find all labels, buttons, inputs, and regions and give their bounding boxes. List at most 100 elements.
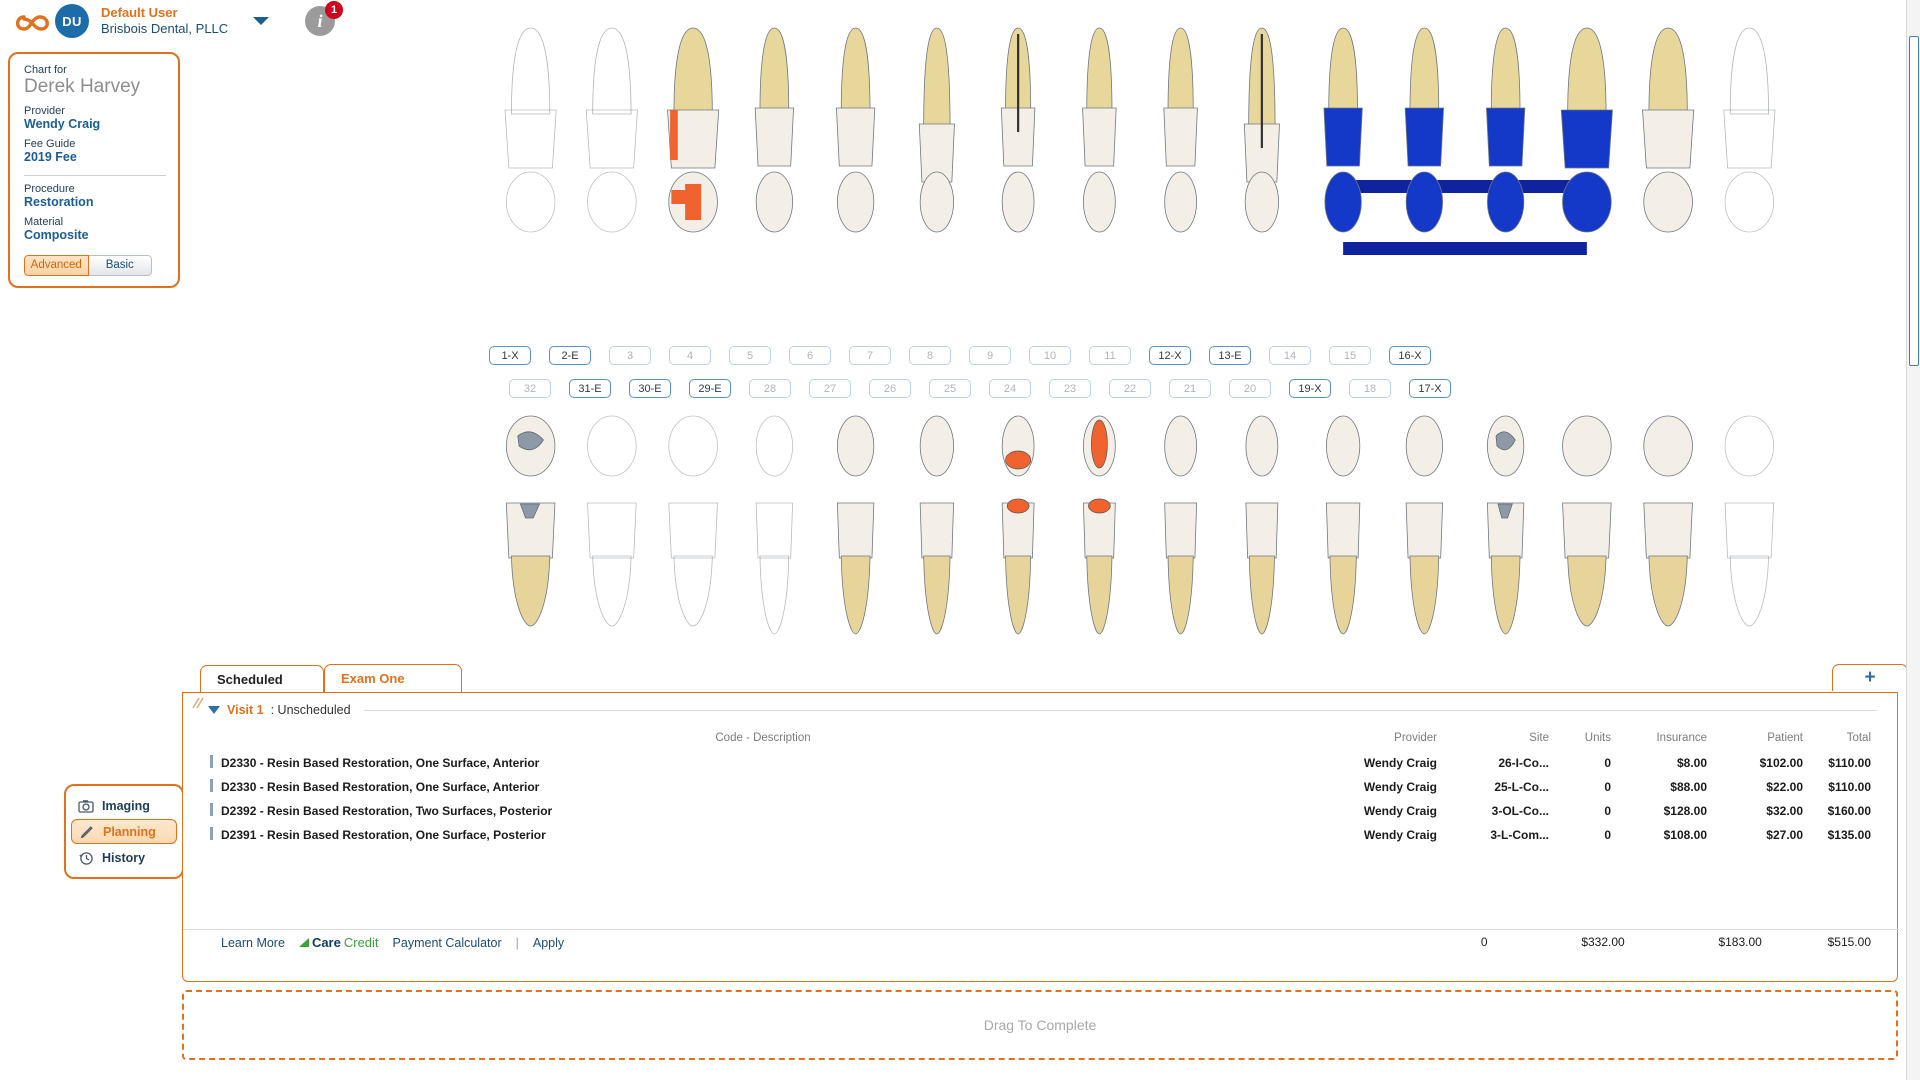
tooth[interactable] (836, 27, 876, 233)
provider-value[interactable]: Wendy Craig (24, 117, 166, 131)
nav-item-history[interactable]: History (71, 845, 177, 870)
mode-advanced-button[interactable]: Advanced (24, 254, 89, 276)
tooth-number-5[interactable]: 5 (729, 346, 771, 365)
tooth[interactable] (755, 415, 794, 635)
tooth[interactable] (1325, 415, 1361, 635)
tooth-number-17-x[interactable]: 17-X (1409, 379, 1451, 398)
tooth-number-8[interactable]: 8 (909, 346, 951, 365)
tooth[interactable] (1724, 415, 1775, 627)
procedures-table-body[interactable]: D2330 - Resin Based Restoration, One Sur… (183, 751, 1899, 847)
upper-arch-teeth[interactable] (490, 20, 1790, 320)
tooth-number-32[interactable]: 32 (509, 379, 551, 398)
triangle-down-icon[interactable] (208, 706, 220, 714)
tooth-number-11[interactable]: 11 (1089, 346, 1131, 365)
tooth[interactable] (504, 27, 557, 233)
tooth-number-13-e[interactable]: 13-E (1209, 346, 1251, 365)
table-row[interactable]: D2392 - Resin Based Restoration, Two Sur… (183, 799, 1899, 823)
tooth[interactable] (918, 27, 955, 233)
tooth[interactable] (1404, 27, 1444, 233)
tooth-number-20[interactable]: 20 (1229, 379, 1271, 398)
tooth[interactable] (1000, 27, 1036, 233)
tooth[interactable] (1723, 27, 1776, 233)
apply-link[interactable]: Apply (533, 936, 564, 950)
tooth-number-3[interactable]: 3 (609, 346, 651, 365)
tooth[interactable] (836, 415, 875, 635)
tooth[interactable] (919, 415, 955, 635)
tooth[interactable] (1163, 27, 1198, 233)
drag-to-complete-dropzone[interactable]: Drag To Complete (182, 990, 1898, 1060)
nav-item-planning[interactable]: Planning (71, 819, 177, 844)
tooth[interactable] (667, 27, 720, 233)
tab-scheduled[interactable]: Scheduled (200, 665, 324, 692)
tooth[interactable] (505, 415, 556, 627)
tooth-number-19-x[interactable]: 19-X (1289, 379, 1331, 398)
page-scrollbar[interactable] (1906, 0, 1920, 1080)
tooth-number-7[interactable]: 7 (849, 346, 891, 365)
row-drag-handle[interactable] (183, 823, 221, 847)
tooth[interactable] (1164, 415, 1197, 635)
lower-arch-teeth[interactable] (490, 408, 1790, 638)
tooth[interactable] (1560, 27, 1613, 233)
tooth[interactable] (1243, 27, 1280, 233)
tooth-number-18[interactable]: 18 (1349, 379, 1391, 398)
procedure-value[interactable]: Restoration (24, 195, 166, 209)
tooth-number-26[interactable]: 26 (869, 379, 911, 398)
tooth-number-10[interactable]: 10 (1029, 346, 1071, 365)
page-scrollbar-thumb[interactable] (1909, 36, 1919, 366)
tooth-number-2-e[interactable]: 2-E (549, 346, 591, 365)
tooth[interactable] (1642, 27, 1695, 233)
visit-header[interactable]: Visit 1 : Unscheduled (208, 702, 1877, 718)
tooth-number-15[interactable]: 15 (1329, 346, 1371, 365)
tooth[interactable] (754, 27, 794, 233)
tooth-number-21[interactable]: 21 (1169, 379, 1211, 398)
tooth-number-31-e[interactable]: 31-E (569, 379, 611, 398)
tooth[interactable] (1562, 415, 1612, 627)
procedures-table[interactable]: Code - Description Provider Site Units I… (183, 729, 1899, 847)
lower-tooth-number-row[interactable]: 32 31-E 30-E 29-E 28 27 26 25 24 23 22 21 20 19-X 18 17… (500, 379, 1460, 398)
payment-calculator-link[interactable]: Payment Calculator (393, 936, 502, 950)
drag-grip-icon[interactable] (191, 696, 207, 710)
tooth[interactable] (1245, 415, 1279, 635)
table-row[interactable]: D2330 - Resin Based Restoration, One Sur… (183, 751, 1899, 775)
tooth-number-4[interactable]: 4 (669, 346, 711, 365)
table-row[interactable]: D2391 - Resin Based Restoration, One Sur… (183, 823, 1899, 847)
mode-toggle[interactable]: Advanced Basic (24, 254, 152, 276)
tooth[interactable] (1405, 415, 1444, 635)
fee-guide-value[interactable]: 2019 Fee (24, 150, 166, 164)
tooth[interactable] (585, 27, 638, 233)
tooth[interactable] (1001, 415, 1035, 635)
learn-more-link[interactable]: Learn More (221, 936, 285, 950)
tooth-number-24[interactable]: 24 (989, 379, 1031, 398)
tooth-number-12-x[interactable]: 12-X (1149, 346, 1191, 365)
carecredit-logo[interactable]: Care Credit (298, 935, 379, 950)
row-drag-handle[interactable] (183, 751, 221, 775)
tooth[interactable] (1082, 27, 1117, 233)
tooth[interactable] (1083, 415, 1116, 635)
upper-tooth-number-row[interactable]: 1-X 2-E 3 4 5 6 7 8 9 10 11 12-X 13-E 14 15 16-X (480, 346, 1440, 365)
nav-item-imaging[interactable]: Imaging (71, 793, 177, 818)
odontogram[interactable]: 1-X 2-E 3 4 5 6 7 8 9 10 11 12-X 13-E 14 15 16-X 32 31-E… (180, 0, 1900, 660)
tooth[interactable] (587, 415, 637, 627)
tooth-number-27[interactable]: 27 (809, 379, 851, 398)
row-drag-handle[interactable] (183, 799, 221, 823)
tooth[interactable] (1486, 27, 1526, 233)
mode-basic-button[interactable]: Basic (88, 254, 152, 276)
add-tab-button[interactable]: + (1832, 664, 1908, 691)
table-row[interactable]: D2330 - Resin Based Restoration, One Sur… (183, 775, 1899, 799)
tooth-number-30-e[interactable]: 30-E (629, 379, 671, 398)
tooth-number-16-x[interactable]: 16-X (1389, 346, 1431, 365)
avatar[interactable]: DU (55, 4, 89, 38)
tooth-number-29-e[interactable]: 29-E (689, 379, 731, 398)
tooth-number-22[interactable]: 22 (1109, 379, 1151, 398)
infinity-logo-icon[interactable] (12, 8, 54, 38)
tooth-number-23[interactable]: 23 (1049, 379, 1091, 398)
material-value[interactable]: Composite (24, 228, 166, 242)
tooth-number-14[interactable]: 14 (1269, 346, 1311, 365)
tooth[interactable] (1643, 415, 1693, 627)
tooth-number-9[interactable]: 9 (969, 346, 1011, 365)
tooth-number-6[interactable]: 6 (789, 346, 831, 365)
row-drag-handle[interactable] (183, 775, 221, 799)
tooth[interactable] (1323, 27, 1363, 233)
tooth[interactable] (668, 415, 718, 627)
tooth-number-1-x[interactable]: 1-X (489, 346, 531, 365)
